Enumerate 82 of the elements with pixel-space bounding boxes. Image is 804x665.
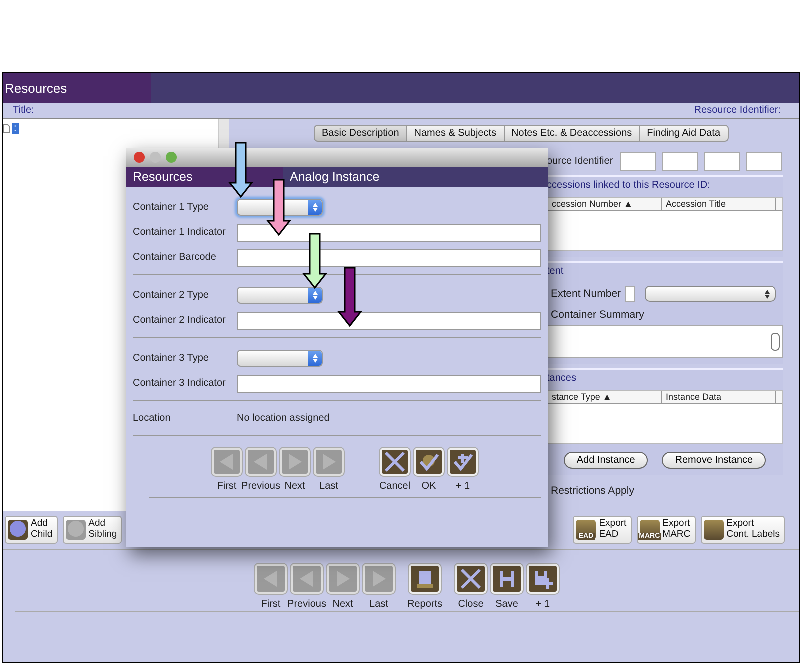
indicator-field[interactable] [237,312,541,330]
tree-button[interactable]: Add Child [5,516,58,544]
document-icon [414,568,436,590]
column-header[interactable]: Accession Title [662,198,776,210]
tree-item[interactable]: : [12,123,19,134]
nav-label: First [261,599,281,610]
identifier-field[interactable] [620,152,656,170]
nav-label: First [217,481,237,492]
instance-button[interactable]: Add Instance [564,452,648,469]
instance-button[interactable]: Remove Instance [662,452,766,469]
indicator-field[interactable] [237,374,541,392]
identifier-field[interactable] [746,152,782,170]
nav-label: + 1 [456,481,470,492]
field-label: Container 1 Type [133,202,210,213]
nav-button[interactable] [455,564,487,594]
updown-icon [312,291,318,300]
extent-type-select[interactable] [645,286,776,302]
section-title: ccessions linked to this Resource ID: [547,180,712,191]
title-label: Title: [13,105,34,116]
field-label: Extent Number [551,288,622,300]
nav-button[interactable] [448,448,478,476]
nav-label: Last [370,599,388,610]
updown-icon [765,290,770,298]
location-value: No location assigned [237,412,330,424]
tab[interactable]: Basic Description [314,125,406,142]
field-label: Container 3 Indicator [133,378,227,389]
tab[interactable]: Finding Aid Data [639,125,729,142]
identifier-field[interactable] [662,152,698,170]
cross-icon [384,451,406,473]
close-icon[interactable] [134,152,145,163]
indicator-field[interactable] [237,248,541,266]
nav-label: Reports [408,599,443,610]
package-icon [704,520,724,540]
field-label: Container 2 Type [133,290,210,301]
check-plus-icon [452,451,474,473]
nav-button[interactable] [414,448,444,476]
nav-label: Next [284,481,306,492]
updown-icon [312,203,318,212]
tab[interactable]: Notes Etc. & Deaccessions [504,125,640,142]
updown-icon [312,354,318,363]
nav-label: Cancel [379,481,411,492]
nav-button[interactable] [380,448,410,476]
section-title: tances [547,373,578,384]
dialog-header: Resources [126,167,283,187]
identifier-label: Resource Identifier: [694,105,781,116]
restrictions-label: Restrictions Apply [551,485,634,497]
circle-icon [66,520,86,540]
tab[interactable]: Names & Subjects [406,125,504,142]
nav-button[interactable] [491,564,523,594]
section-title: tent [547,266,565,277]
nav-label: Close [458,599,484,610]
nav-button[interactable] [527,564,559,594]
minimize-icon[interactable] [150,152,161,163]
field-label: Location [133,412,172,424]
nav-button[interactable] [409,564,441,594]
identifier-field[interactable] [704,152,740,170]
cross-icon [460,568,482,590]
nav-label: Previous [242,481,280,492]
field-label: Container Barcode [133,252,218,263]
nav-label: Previous [288,599,326,610]
container-summary-field[interactable] [547,325,783,358]
column-header[interactable]: Instance Data [662,391,776,403]
zoom-icon[interactable] [166,152,177,163]
scrollbar[interactable] [771,332,780,350]
extent-number-field[interactable] [625,286,636,302]
field-label: Container 3 Type [133,353,210,364]
nav-label: Next [332,599,354,610]
indicator-field[interactable] [237,224,541,242]
window-title: Resources [4,80,68,96]
nav-label: OK [422,481,436,492]
export-button[interactable]: Export Cont. Labels [700,516,785,544]
nav-label: Last [320,481,338,492]
field-label: Container 1 Indicator [133,227,227,238]
field-label: Container 2 Indicator [133,315,227,326]
nav-label: Save [496,599,518,610]
save-plus-icon [532,568,554,590]
dialog-title: Analog Instance [289,169,380,186]
circle-icon [8,520,28,540]
nav-label: + 1 [536,599,550,610]
field-label: ource Identifier [547,156,614,166]
field-label: Container Summary [550,309,646,321]
checkmark-icon [418,451,440,473]
